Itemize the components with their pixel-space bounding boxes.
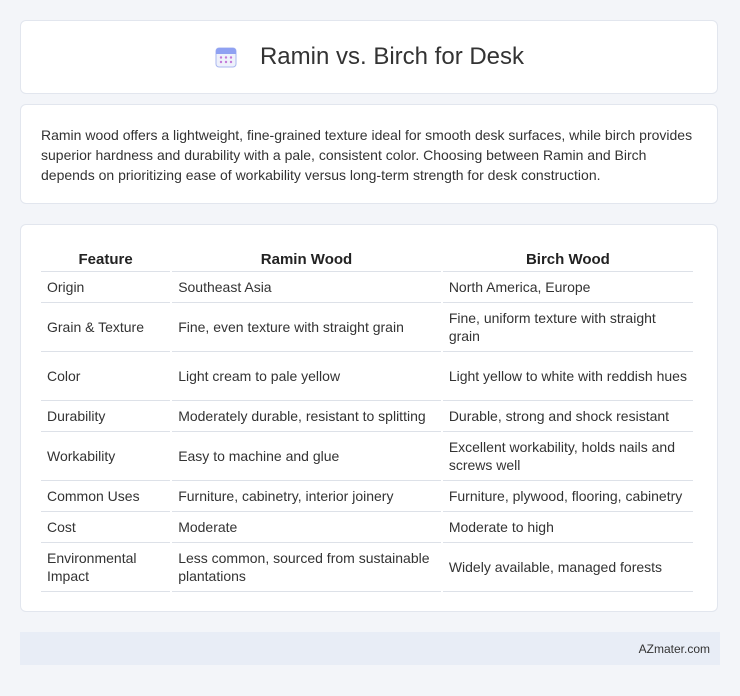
cell-feature: Color [41,352,171,401]
cell-feature: Origin [41,272,171,303]
comparison-table: Feature Ramin Wood Birch Wood Origin Sou… [39,245,695,592]
intro-text: Ramin wood offers a lightweight, fine-gr… [41,127,693,183]
table-row: Grain & Texture Fine, even texture with … [41,303,693,352]
cell-ramin: Southeast Asia [172,272,441,303]
cell-birch: Light yellow to white with reddish hues [442,352,693,401]
header-birch: Birch Wood [442,245,693,272]
table-row: Origin Southeast Asia North America, Eur… [41,272,693,303]
cell-ramin: Easy to machine and glue [172,432,441,481]
table-row: Environmental Impact Less common, source… [41,543,693,592]
cell-ramin: Light cream to pale yellow [172,352,441,401]
table-row: Workability Easy to machine and glue Exc… [41,432,693,481]
cell-birch: Widely available, managed forests [442,543,693,592]
cell-ramin: Moderate [172,512,441,543]
cell-feature: Grain & Texture [41,303,171,352]
comparison-card: Feature Ramin Wood Birch Wood Origin Sou… [20,224,718,612]
title-card: Ramin vs. Birch for Desk [20,20,718,94]
cell-ramin: Furniture, cabinetry, interior joinery [172,481,441,512]
cell-feature: Cost [41,512,171,543]
cell-feature: Workability [41,432,171,481]
table-row: Cost Moderate Moderate to high [41,512,693,543]
cell-birch: North America, Europe [442,272,693,303]
intro-card: Ramin wood offers a lightweight, fine-gr… [20,104,718,204]
cell-ramin: Fine, even texture with straight grain [172,303,441,352]
cell-feature: Durability [41,401,171,432]
cell-birch: Moderate to high [442,512,693,543]
cell-feature: Environmental Impact [41,543,171,592]
calendar-icon [215,47,237,68]
footer: AZmater.com [20,632,720,665]
cell-birch: Furniture, plywood, flooring, cabinetry [442,481,693,512]
cell-birch: Durable, strong and shock resistant [442,401,693,432]
header-ramin: Ramin Wood [172,245,441,272]
table-row: Common Uses Furniture, cabinetry, interi… [41,481,693,512]
cell-birch: Excellent workability, holds nails and s… [442,432,693,481]
table-row: Color Light cream to pale yellow Light y… [41,352,693,401]
page-title: Ramin vs. Birch for Desk [259,43,525,70]
cell-birch: Fine, uniform texture with straight grai… [442,303,693,352]
cell-feature: Common Uses [41,481,171,512]
cell-ramin: Less common, sourced from sustainable pl… [172,543,441,592]
header-feature: Feature [41,245,171,272]
footer-brand: AZmater.com [638,641,710,656]
cell-ramin: Moderately durable, resistant to splitti… [172,401,441,432]
table-row: Durability Moderately durable, resistant… [41,401,693,432]
